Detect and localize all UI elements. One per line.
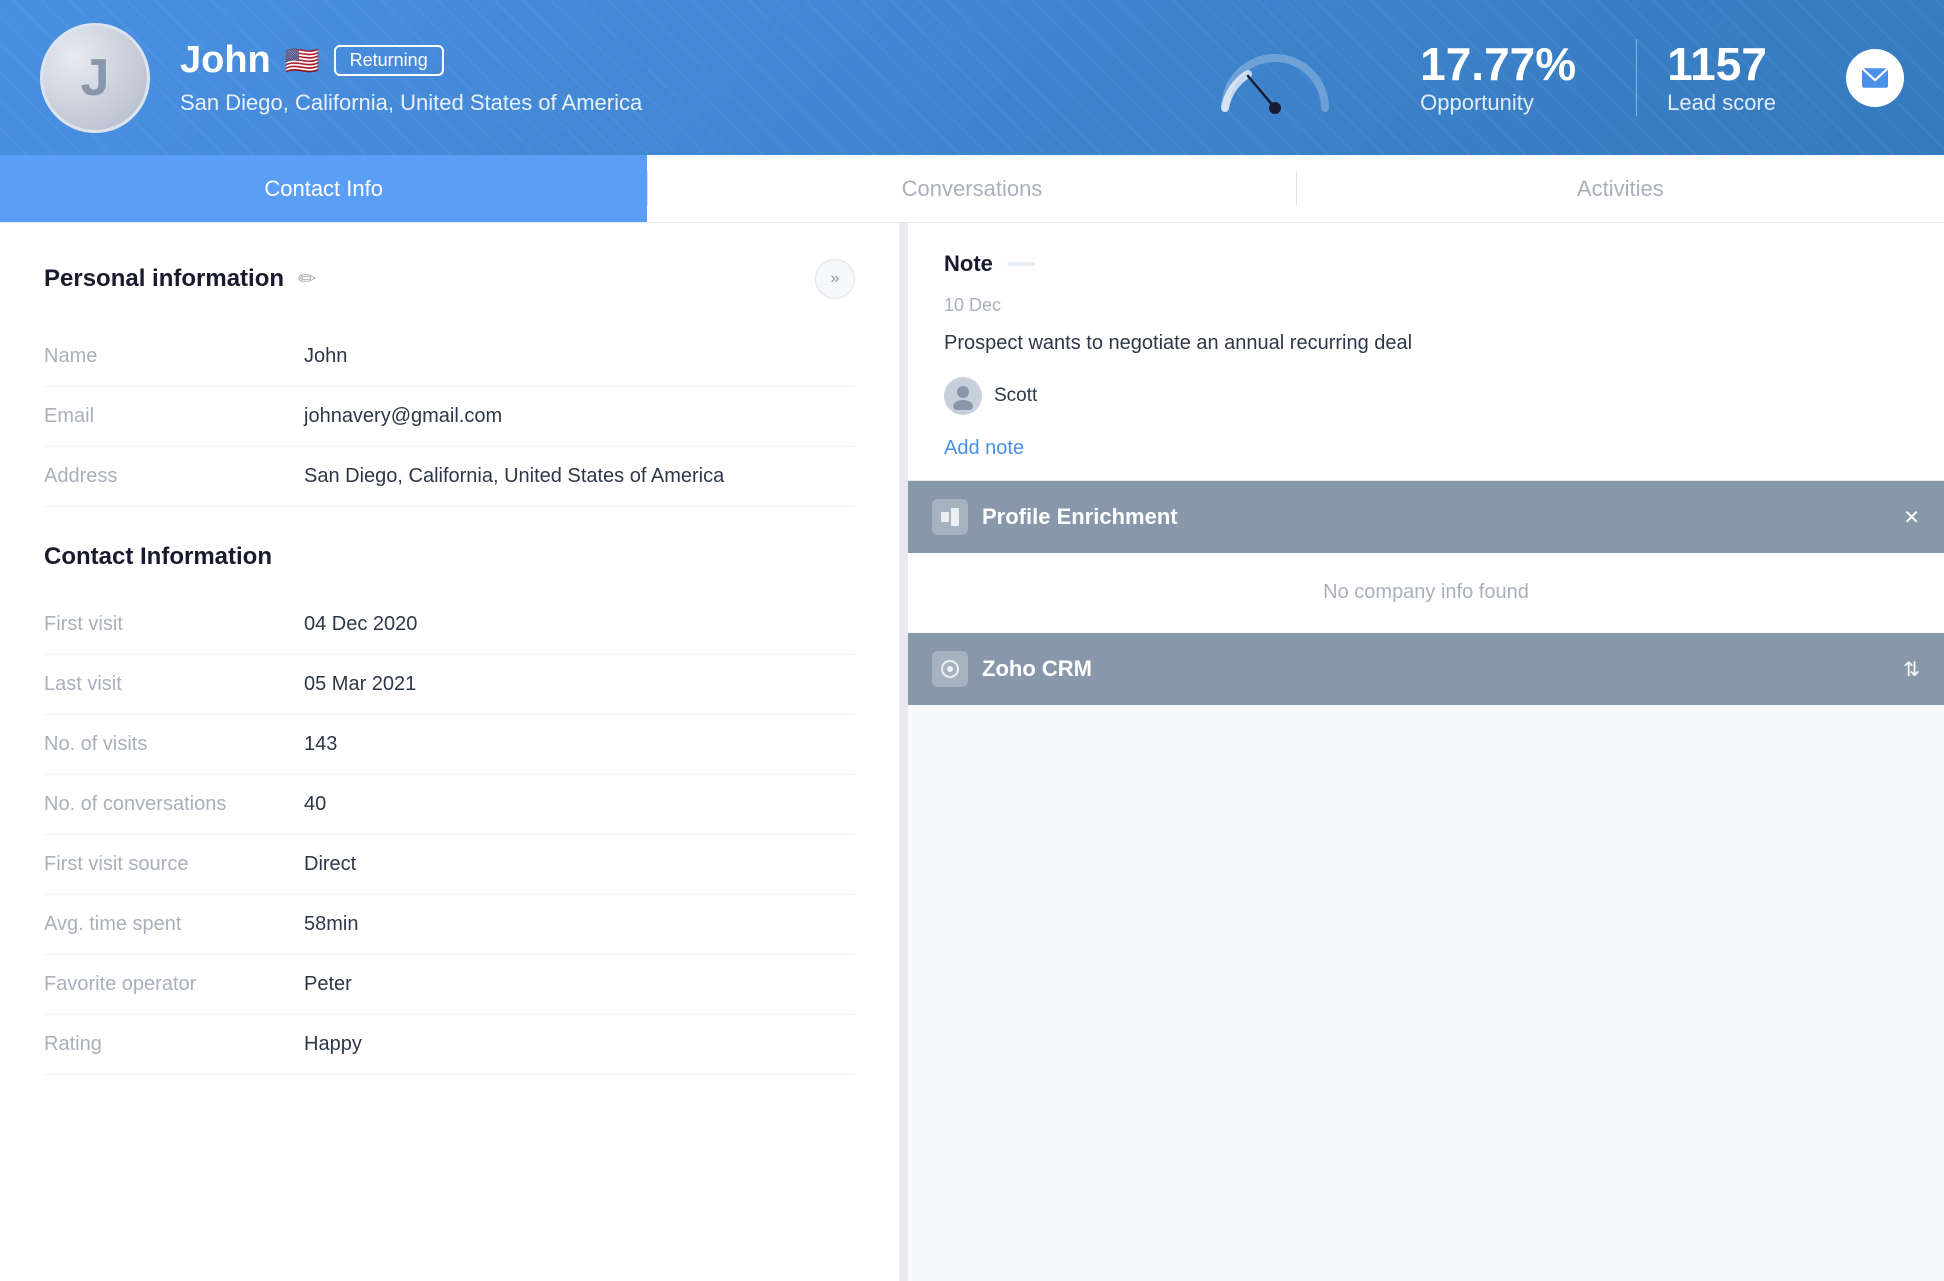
enrichment-header[interactable]: Profile Enrichment ✕: [908, 481, 1944, 553]
field-label: No. of conversations: [44, 775, 304, 835]
field-value: 40: [304, 775, 855, 835]
table-row: Favorite operator Peter: [44, 955, 855, 1015]
enrichment-close-icon[interactable]: ✕: [1903, 505, 1920, 530]
opportunity-stat: 17.77% Opportunity: [1390, 39, 1606, 116]
gauge-chart: [1210, 38, 1340, 118]
table-row: Rating Happy: [44, 1015, 855, 1075]
author-avatar-icon: [949, 382, 977, 410]
avatar: J: [40, 23, 150, 133]
table-row: First visit source Direct: [44, 835, 855, 895]
lead-score-value: 1157: [1667, 39, 1767, 90]
lead-score-label: Lead score: [1667, 90, 1776, 116]
field-value: 05 Mar 2021: [304, 655, 855, 715]
opportunity-value: 17.77%: [1420, 39, 1576, 90]
field-label: Name: [44, 327, 304, 387]
enrichment-title: Profile Enrichment: [982, 504, 1889, 530]
contact-location: San Diego, California, United States of …: [180, 90, 1160, 116]
field-label: Address: [44, 447, 304, 507]
personal-info-table: Name John Email johnavery@gmail.com Addr…: [44, 327, 855, 507]
note-title: Note: [944, 251, 993, 277]
author-name: Scott: [994, 385, 1037, 407]
left-panel: Personal information ✏ » Name John Email…: [0, 223, 900, 1281]
tab-conversations[interactable]: Conversations: [648, 155, 1295, 222]
field-label: First visit source: [44, 835, 304, 895]
table-row: No. of conversations 40: [44, 775, 855, 835]
field-value: johnavery@gmail.com: [304, 387, 855, 447]
field-value: Peter: [304, 955, 855, 1015]
header-name-row: John 🇺🇸 Returning: [180, 39, 1160, 82]
table-row: No. of visits 143: [44, 715, 855, 775]
expand-button[interactable]: »: [815, 259, 855, 299]
field-value: 143: [304, 715, 855, 775]
enrichment-icon: [932, 499, 968, 535]
field-value: John: [304, 327, 855, 387]
tab-activities[interactable]: Activities: [1297, 155, 1944, 222]
table-row: Email johnavery@gmail.com: [44, 387, 855, 447]
table-row: Name John: [44, 327, 855, 387]
returning-badge: Returning: [334, 45, 444, 76]
field-value: 04 Dec 2020: [304, 595, 855, 655]
panel-divider: [900, 223, 908, 1281]
personal-info-title: Personal information: [44, 265, 284, 293]
opportunity-label: Opportunity: [1420, 90, 1534, 116]
profile-enrichment-section: Profile Enrichment ✕ No company info fou…: [908, 481, 1944, 632]
table-row: First visit 04 Dec 2020: [44, 595, 855, 655]
main-layout: Personal information ✏ » Name John Email…: [0, 223, 1944, 1281]
field-label: Avg. time spent: [44, 895, 304, 955]
header-info: John 🇺🇸 Returning San Diego, California,…: [180, 39, 1160, 116]
zoho-crm-section: Zoho CRM ⇅: [908, 633, 1944, 705]
note-header: Note: [944, 251, 1908, 277]
no-company-text: No company info found: [1323, 581, 1529, 603]
personal-info-header: Personal information ✏ »: [44, 259, 855, 299]
author-avatar: [944, 377, 982, 415]
field-value: San Diego, California, United States of …: [304, 447, 855, 507]
contact-info-title: Contact Information: [44, 543, 855, 571]
note-badge: [1007, 262, 1035, 266]
tabs-bar: Contact Info Conversations Activities: [0, 155, 1944, 223]
field-label: First visit: [44, 595, 304, 655]
zoho-arrow-icon[interactable]: ⇅: [1903, 657, 1920, 682]
flag-icon: 🇺🇸: [285, 44, 320, 77]
field-label: No. of visits: [44, 715, 304, 775]
contact-name: John: [180, 39, 271, 82]
table-row: Last visit 05 Mar 2021: [44, 655, 855, 715]
right-panel: Note 10 Dec Prospect wants to negotiate …: [908, 223, 1944, 1281]
field-value: 58min: [304, 895, 855, 955]
edit-icon[interactable]: ✏: [298, 266, 316, 292]
zoho-header[interactable]: Zoho CRM ⇅: [908, 633, 1944, 705]
lead-score-stat: 1157 Lead score: [1636, 39, 1806, 116]
add-note-button[interactable]: Add note: [944, 437, 1908, 460]
header: J John 🇺🇸 Returning San Diego, Californi…: [0, 0, 1944, 155]
table-row: Avg. time spent 58min: [44, 895, 855, 955]
table-row: Address San Diego, California, United St…: [44, 447, 855, 507]
email-button[interactable]: [1846, 49, 1904, 107]
note-section: Note 10 Dec Prospect wants to negotiate …: [908, 223, 1944, 481]
note-text: Prospect wants to negotiate an annual re…: [944, 328, 1908, 359]
field-label: Rating: [44, 1015, 304, 1075]
tab-contact-info[interactable]: Contact Info: [0, 155, 647, 222]
field-value: Direct: [304, 835, 855, 895]
email-icon: [1862, 68, 1888, 88]
field-label: Email: [44, 387, 304, 447]
field-value: Happy: [304, 1015, 855, 1075]
note-author-row: Scott: [944, 377, 1908, 415]
note-date: 10 Dec: [944, 295, 1908, 316]
contact-info-table: First visit 04 Dec 2020 Last visit 05 Ma…: [44, 595, 855, 1075]
enrichment-body: No company info found: [908, 553, 1944, 632]
zoho-icon: [932, 651, 968, 687]
field-label: Favorite operator: [44, 955, 304, 1015]
field-label: Last visit: [44, 655, 304, 715]
zoho-title: Zoho CRM: [982, 656, 1889, 682]
gauge-area: [1210, 38, 1340, 118]
